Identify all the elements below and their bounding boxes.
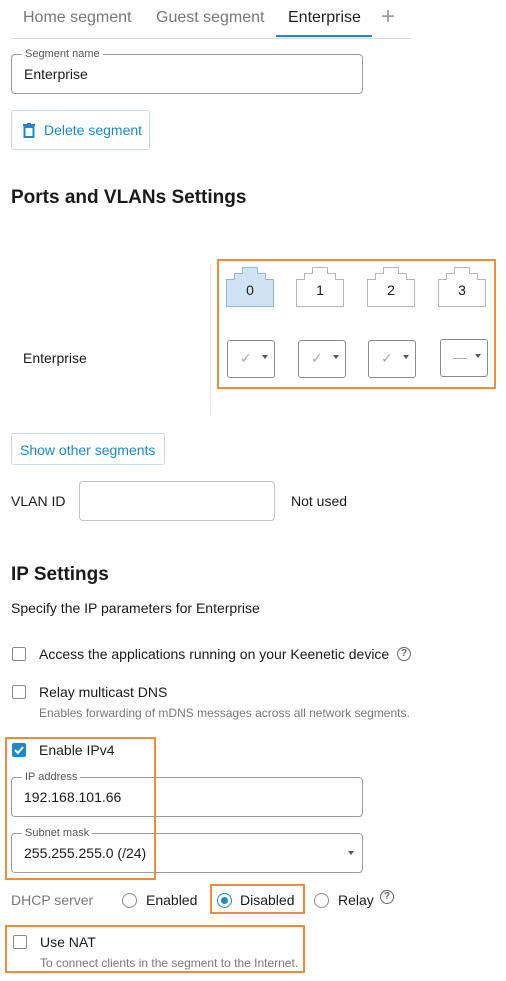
port-2-mode-select[interactable]: ✓ bbox=[368, 340, 416, 378]
dash-icon: — bbox=[453, 349, 467, 365]
relay-mdns-label[interactable]: Relay multicast DNS bbox=[39, 684, 167, 700]
segment-tabs: Home segment Guest segment Enterprise + bbox=[11, 0, 411, 39]
help-icon[interactable]: ? bbox=[380, 890, 394, 904]
dhcp-relay-radio[interactable] bbox=[314, 893, 329, 908]
checkmark-icon: ✓ bbox=[311, 350, 323, 366]
port-3-number: 3 bbox=[458, 282, 466, 298]
tab-home-segment[interactable]: Home segment bbox=[23, 0, 132, 37]
dhcp-enabled-label[interactable]: Enabled bbox=[146, 892, 197, 908]
port-0-mode-select[interactable]: ✓ bbox=[227, 340, 275, 378]
help-icon[interactable]: ? bbox=[397, 647, 411, 661]
dhcp-disabled-label[interactable]: Disabled bbox=[240, 892, 294, 908]
ip-address-value[interactable]: 192.168.101.66 bbox=[24, 778, 121, 816]
vlan-id-label: VLAN ID bbox=[11, 493, 66, 509]
access-apps-label[interactable]: Access the applications running on your … bbox=[39, 646, 389, 662]
use-nat-label[interactable]: Use NAT bbox=[40, 934, 96, 950]
port-1[interactable]: 1 bbox=[296, 267, 344, 307]
relay-mdns-checkbox[interactable] bbox=[12, 685, 26, 699]
enable-ipv4-checkbox[interactable] bbox=[12, 743, 26, 757]
checkmark-icon: ✓ bbox=[240, 350, 252, 366]
dhcp-disabled-radio[interactable] bbox=[217, 893, 232, 908]
subnet-mask-value[interactable]: 255.255.255.0 (/24) bbox=[24, 834, 146, 872]
port-2[interactable]: 2 bbox=[367, 267, 415, 307]
trash-icon bbox=[23, 123, 35, 138]
tab-guest-segment[interactable]: Guest segment bbox=[156, 0, 265, 37]
segment-name-value[interactable]: Enterprise bbox=[24, 55, 88, 93]
subnet-mask-select[interactable]: Subnet mask 255.255.255.0 (/24) bbox=[11, 826, 363, 873]
tab-enterprise[interactable]: Enterprise bbox=[288, 0, 361, 37]
port-3-mode-select[interactable]: — bbox=[440, 339, 488, 377]
delete-segment-button[interactable]: Delete segment bbox=[11, 110, 150, 150]
port-1-number: 1 bbox=[316, 282, 324, 298]
ip-section-title: IP Settings bbox=[11, 564, 109, 585]
ip-address-field[interactable]: IP address 192.168.101.66 bbox=[11, 770, 363, 817]
delete-segment-label: Delete segment bbox=[44, 122, 143, 138]
dhcp-enabled-radio[interactable] bbox=[122, 893, 137, 908]
access-apps-checkbox[interactable] bbox=[12, 647, 26, 661]
ip-section-subtitle: Specify the IP parameters for Enterprise bbox=[11, 600, 260, 616]
segment-row-label: Enterprise bbox=[23, 350, 87, 366]
port-1-mode-select[interactable]: ✓ bbox=[298, 340, 346, 378]
use-nat-checkbox[interactable] bbox=[13, 935, 27, 949]
dhcp-relay-label[interactable]: Relay bbox=[338, 892, 374, 908]
chevron-down-icon bbox=[262, 355, 268, 359]
chevron-down-icon bbox=[475, 354, 481, 358]
checkmark-icon bbox=[14, 746, 24, 755]
port-0-number: 0 bbox=[246, 282, 254, 298]
chevron-down-icon bbox=[333, 355, 339, 359]
show-other-segments-label: Show other segments bbox=[20, 442, 156, 458]
port-0[interactable]: 0 bbox=[226, 267, 274, 307]
port-3[interactable]: 3 bbox=[438, 267, 486, 307]
use-nat-description: To connect clients in the segment to the… bbox=[40, 956, 299, 970]
ports-section-title: Ports and VLANs Settings bbox=[11, 187, 247, 208]
relay-mdns-description: Enables forwarding of mDNS messages acro… bbox=[39, 706, 410, 720]
dhcp-server-label: DHCP server bbox=[11, 892, 94, 908]
ports-divider bbox=[210, 265, 211, 415]
active-tab-indicator bbox=[276, 35, 372, 37]
add-segment-icon[interactable]: + bbox=[381, 0, 395, 34]
show-other-segments-button[interactable]: Show other segments bbox=[11, 433, 165, 465]
enable-ipv4-label[interactable]: Enable IPv4 bbox=[39, 742, 115, 758]
vlan-id-input[interactable] bbox=[79, 481, 275, 521]
chevron-down-icon bbox=[348, 851, 354, 855]
chevron-down-icon bbox=[403, 355, 409, 359]
vlan-status: Not used bbox=[291, 493, 348, 509]
segment-name-field[interactable]: Segment name Enterprise bbox=[11, 47, 363, 94]
port-2-number: 2 bbox=[387, 282, 395, 298]
checkmark-icon: ✓ bbox=[381, 350, 393, 366]
